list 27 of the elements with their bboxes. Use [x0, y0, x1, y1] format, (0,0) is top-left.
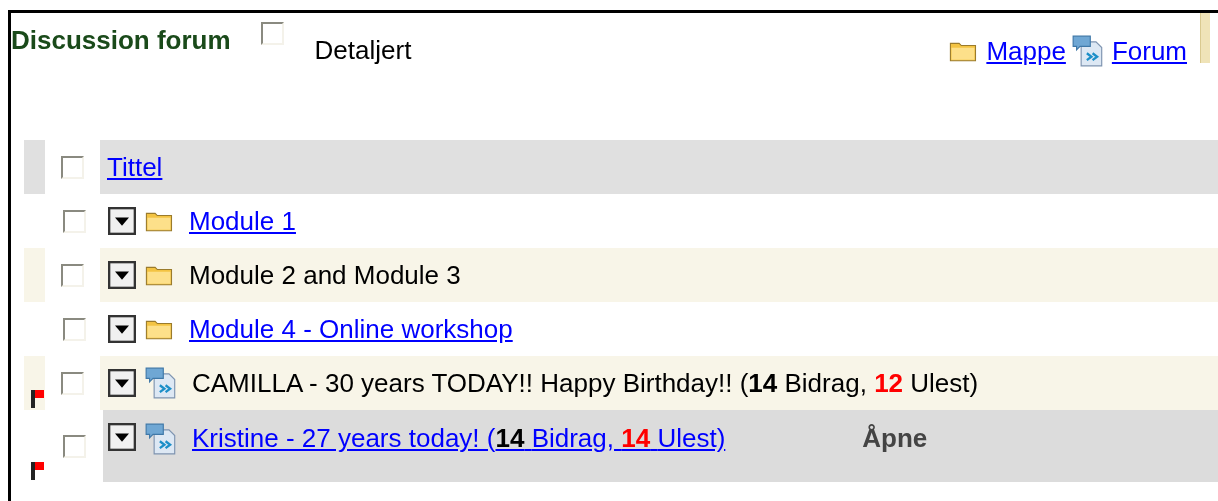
panel-edge: [1200, 13, 1210, 63]
forum-document-icon: [145, 367, 177, 399]
dropdown-icon[interactable]: [108, 315, 136, 343]
dropdown-icon[interactable]: [108, 423, 136, 451]
item-link[interactable]: Module 1: [189, 205, 296, 237]
toolbar-link[interactable]: Mappe: [986, 35, 1066, 67]
page-title: Discussion forum: [11, 25, 231, 56]
open-action: Åpne: [862, 423, 928, 454]
detail-checkbox[interactable]: [260, 22, 284, 45]
row-checkbox[interactable]: [61, 263, 84, 287]
row-checkbox[interactable]: [61, 371, 84, 395]
item-link[interactable]: Module 4 - Online workshop: [189, 313, 513, 345]
forum-document-icon: [1071, 35, 1104, 67]
dropdown-icon[interactable]: [108, 369, 136, 397]
dropdown-icon[interactable]: [108, 261, 136, 289]
item-link[interactable]: Kristine - 27 years today! (14 Bidrag, 14 Ulest): [192, 423, 726, 454]
row-checkbox[interactable]: [62, 434, 86, 458]
item-title: Module 2 and Module 3: [189, 259, 461, 291]
forum-document-icon: [145, 423, 177, 455]
select-all-checkbox[interactable]: [61, 155, 84, 179]
checkbox-label: Detaljert: [314, 35, 412, 66]
row-checkbox[interactable]: [62, 209, 86, 233]
item-title: CAMILLA - 30 years TODAY!! Happy Birthday!! (14 Bidrag, 12 Ulest): [192, 367, 979, 399]
column-header-link[interactable]: Tittel: [107, 151, 163, 183]
dropdown-icon[interactable]: [108, 207, 136, 235]
toolbar-link[interactable]: Forum: [1111, 35, 1187, 67]
row-checkbox[interactable]: [62, 317, 86, 341]
